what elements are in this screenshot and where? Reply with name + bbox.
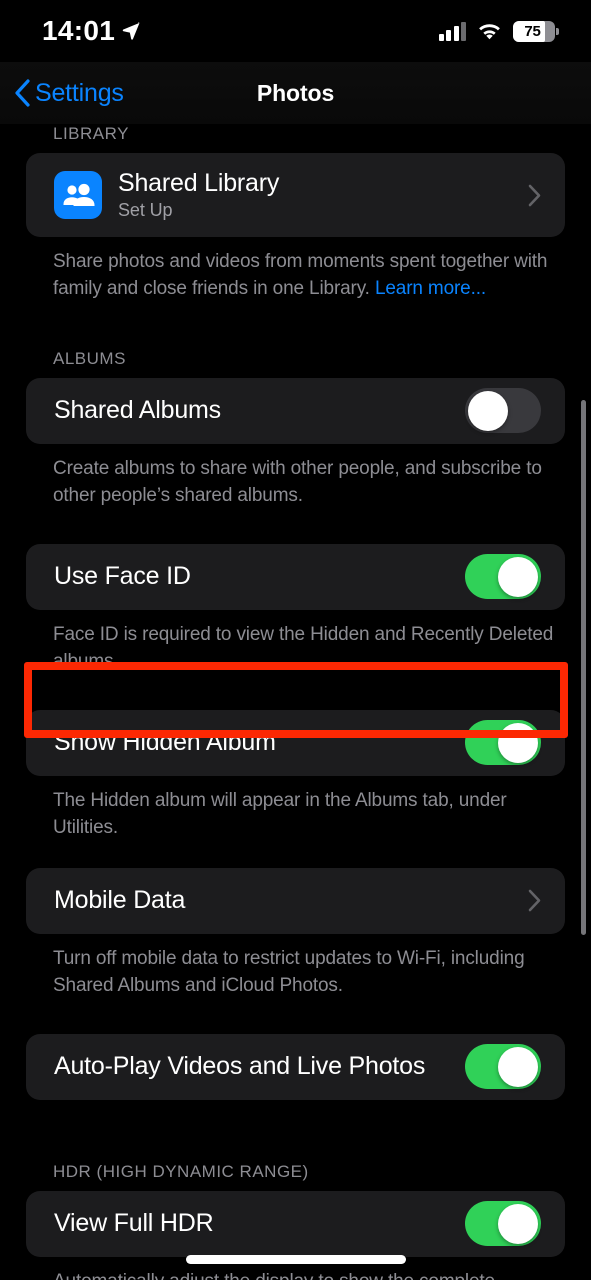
mobile-data-group: Mobile Data	[26, 867, 565, 934]
mobile-data-footnote: Turn off mobile data to restrict updates…	[53, 947, 525, 996]
location-arrow-icon	[122, 22, 140, 40]
mobile-data-label: Mobile Data	[54, 886, 186, 915]
shared-albums-toggle[interactable]	[465, 388, 541, 434]
shared-library-people-icon	[54, 171, 102, 219]
row-mobile-data[interactable]: Mobile Data	[26, 868, 565, 934]
auto-play-toggle[interactable]	[465, 1044, 541, 1090]
row-show-hidden-album[interactable]: Show Hidden Album	[26, 710, 565, 776]
face-id-footnote: Face ID is required to view the Hidden a…	[53, 623, 554, 672]
use-face-id-label: Use Face ID	[54, 562, 191, 591]
row-shared-library[interactable]: Shared Library Set Up	[26, 153, 565, 237]
toggle-knob	[468, 390, 508, 431]
home-indicator[interactable]	[185, 1255, 406, 1264]
row-use-face-id[interactable]: Use Face ID	[26, 544, 565, 610]
shared-albums-label: Shared Albums	[54, 396, 221, 425]
battery-indicator: 75	[513, 20, 559, 42]
row-view-full-hdr[interactable]: View Full HDR	[26, 1191, 565, 1257]
shared-albums-group: Shared Albums	[26, 377, 565, 444]
library-footnote: Share photos and videos from moments spe…	[0, 237, 591, 303]
hidden-album-group: Show Hidden Album	[26, 709, 565, 776]
toggle-knob	[498, 1046, 538, 1087]
status-bar-clock: 14:01	[42, 15, 116, 46]
battery-cap	[556, 27, 559, 35]
chevron-left-icon	[15, 79, 30, 107]
show-hidden-album-toggle[interactable]	[465, 720, 541, 766]
settings-scroll-view[interactable]: LIBRARY Shared Library Set Up Share phot…	[0, 124, 591, 1280]
status-bar: 14:01 75	[0, 0, 591, 62]
view-full-hdr-label: View Full HDR	[54, 1209, 214, 1238]
library-group: Shared Library Set Up	[26, 153, 565, 237]
wifi-icon	[479, 23, 500, 39]
auto-play-label: Auto-Play Videos and Live Photos	[54, 1052, 426, 1081]
learn-more-link[interactable]: Learn more...	[375, 278, 486, 299]
back-button-label: Settings	[35, 78, 124, 107]
shared-library-texts: Shared Library Set Up	[118, 169, 528, 221]
shared-library-subtitle: Set Up	[118, 200, 173, 220]
shared-library-title: Shared Library	[118, 169, 280, 197]
hidden-album-footnote: The Hidden album will appear in the Albu…	[53, 789, 507, 838]
use-face-id-toggle[interactable]	[465, 554, 541, 600]
shared-library-icon-wrap	[54, 171, 102, 219]
toggle-knob	[498, 722, 538, 763]
people-glyph	[63, 183, 95, 206]
toggle-knob	[498, 556, 538, 597]
battery-percent-label: 75	[524, 22, 541, 40]
status-bar-right: 75	[438, 20, 559, 42]
section-header-hdr: HDR (HIGH DYNAMIC RANGE)	[53, 1161, 309, 1181]
chevron-right-icon	[528, 184, 541, 206]
hdr-group: View Full HDR	[26, 1190, 565, 1257]
navigation-bar: Settings Photos	[0, 62, 591, 124]
cellular-bars-icon	[438, 21, 466, 41]
shared-albums-footnote: Create albums to share with other people…	[53, 457, 542, 506]
section-header-library: LIBRARY	[53, 124, 129, 143]
section-header-albums: ALBUMS	[53, 348, 126, 368]
status-bar-left: 14:01	[42, 15, 141, 47]
toggle-knob	[498, 1203, 538, 1244]
view-full-hdr-toggle[interactable]	[465, 1201, 541, 1247]
row-shared-albums[interactable]: Shared Albums	[26, 378, 565, 444]
chevron-right-icon	[528, 889, 541, 912]
row-auto-play[interactable]: Auto-Play Videos and Live Photos	[26, 1034, 565, 1100]
iphone-screen: 14:01 75 Settings Photos LIBRARY Shared …	[0, 0, 591, 1280]
back-button[interactable]: Settings	[0, 79, 124, 108]
vertical-scrollbar[interactable]	[581, 400, 586, 935]
auto-play-group: Auto-Play Videos and Live Photos	[26, 1033, 565, 1100]
face-id-group: Use Face ID	[26, 543, 565, 610]
show-hidden-album-label: Show Hidden Album	[54, 728, 276, 757]
